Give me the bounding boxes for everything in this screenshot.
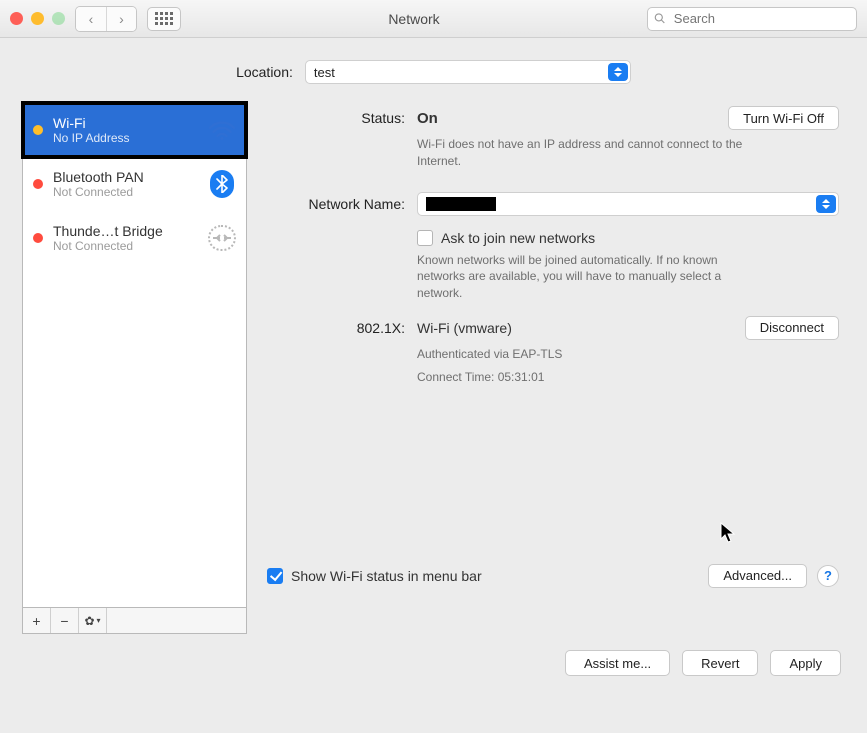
status-dot-icon <box>33 125 43 135</box>
location-value: test <box>314 65 335 80</box>
zoom-window-button[interactable] <box>52 12 65 25</box>
sidebar-item-wifi[interactable]: Wi-Fi No IP Address <box>23 103 246 157</box>
select-arrows-icon <box>816 195 836 213</box>
location-row: Location: test <box>0 38 867 94</box>
minimize-window-button[interactable] <box>31 12 44 25</box>
grid-icon <box>155 12 173 25</box>
show-menubar-checkbox[interactable] <box>267 568 283 584</box>
add-connection-button[interactable]: + <box>23 608 51 633</box>
show-all-prefs-button[interactable] <box>147 7 181 31</box>
apply-button[interactable]: Apply <box>770 650 841 676</box>
close-window-button[interactable] <box>10 12 23 25</box>
window-footer: Assist me... Revert Apply <box>0 634 867 676</box>
ask-to-join-checkbox[interactable] <box>417 230 433 246</box>
conn-sub: No IP Address <box>53 131 198 145</box>
conn-name: Thunde…t Bridge <box>53 223 198 239</box>
advanced-button[interactable]: Advanced... <box>708 564 807 588</box>
help-button[interactable]: ? <box>817 565 839 587</box>
status-label: Status: <box>267 106 417 126</box>
conn-sub: Not Connected <box>53 185 198 199</box>
detail-pane: Status: On Turn Wi-Fi Off Wi-Fi does not… <box>267 102 845 634</box>
dot1x-connect-time: Connect Time: 05:31:01 <box>417 369 839 386</box>
revert-button[interactable]: Revert <box>682 650 758 676</box>
chevron-down-icon: ▾ <box>97 616 101 625</box>
sidebar-item-thunderbolt-bridge[interactable]: Thunde…t Bridge Not Connected <box>23 211 246 265</box>
dot1x-value: Wi-Fi (vmware) <box>417 320 512 336</box>
disconnect-button[interactable]: Disconnect <box>745 316 839 340</box>
status-description: Wi-Fi does not have an IP address and ca… <box>417 136 757 170</box>
network-name-label: Network Name: <box>267 192 417 212</box>
connection-actions-button[interactable]: ✿▾ <box>79 608 107 633</box>
status-dot-icon <box>33 179 43 189</box>
show-menubar-label: Show Wi-Fi status in menu bar <box>291 568 482 584</box>
conn-name: Bluetooth PAN <box>53 169 198 185</box>
remove-connection-button[interactable]: − <box>51 608 79 633</box>
dot1x-label: 802.1X: <box>267 316 417 336</box>
gear-icon: ✿ <box>84 614 94 628</box>
dot1x-auth: Authenticated via EAP-TLS <box>417 346 839 363</box>
location-select[interactable]: test <box>305 60 631 84</box>
network-name-value-redacted <box>426 197 496 211</box>
forward-button[interactable]: › <box>106 7 136 31</box>
window-controls <box>10 12 65 25</box>
ask-to-join-label: Ask to join new networks <box>441 230 595 246</box>
search-input[interactable] <box>672 10 850 27</box>
conn-name: Wi-Fi <box>53 115 198 131</box>
network-name-select[interactable] <box>417 192 839 216</box>
search-field[interactable] <box>647 7 857 31</box>
conn-sub: Not Connected <box>53 239 198 253</box>
ask-to-join-description: Known networks will be joined automatica… <box>417 252 757 302</box>
connections-list: Wi-Fi No IP Address Bluetooth PAN Not Co… <box>22 102 247 608</box>
location-label: Location: <box>236 64 293 80</box>
thunderbolt-bridge-icon <box>208 224 236 252</box>
select-arrows-icon <box>608 63 628 81</box>
turn-wifi-off-button[interactable]: Turn Wi-Fi Off <box>728 106 839 130</box>
bluetooth-icon <box>208 170 236 198</box>
sidebar-spacer <box>107 608 246 633</box>
back-button[interactable]: ‹ <box>76 7 106 31</box>
status-dot-icon <box>33 233 43 243</box>
search-icon <box>654 12 666 25</box>
connections-sidebar: Wi-Fi No IP Address Bluetooth PAN Not Co… <box>22 102 247 634</box>
window-title: Network <box>191 11 637 27</box>
status-value: On <box>417 110 438 127</box>
assist-me-button[interactable]: Assist me... <box>565 650 670 676</box>
wifi-icon <box>208 116 236 144</box>
sidebar-item-bluetooth-pan[interactable]: Bluetooth PAN Not Connected <box>23 157 246 211</box>
titlebar: ‹ › Network <box>0 0 867 38</box>
nav-buttons: ‹ › <box>75 6 137 32</box>
